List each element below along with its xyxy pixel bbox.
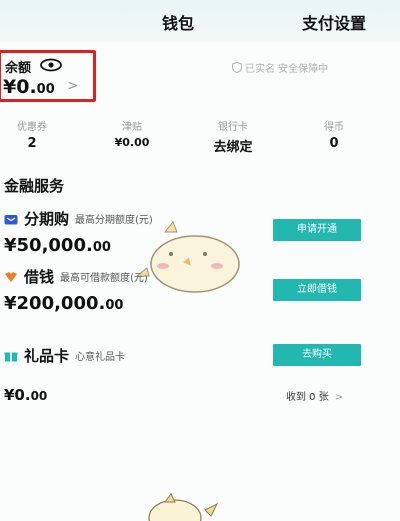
balance-amount: ¥0.00 <box>3 76 55 98</box>
eye-icon[interactable] <box>39 58 63 72</box>
security-note: 已实名 安全保障中 <box>232 60 328 75</box>
received-count: 收到 0 张 <box>286 392 329 403</box>
top-bar: 钱包 支付设置 <box>0 0 400 42</box>
buy-giftcard-button[interactable]: 去购买 <box>273 344 361 366</box>
loan-card: 借钱 最高可借款额度(元) ¥200,000.00 <box>4 266 148 314</box>
giftcard-sub: 心意礼品卡 <box>75 352 126 363</box>
stat-allowance[interactable]: 津贴 ¥0.00 <box>92 118 172 149</box>
loan-name: 借钱 <box>24 268 55 286</box>
balance-card[interactable]: 余额 ¥0.00 > <box>0 50 96 102</box>
stat-value: 去绑定 <box>213 140 253 155</box>
installment-card: 分期购 最高分期额度(元) ¥50,000.00 <box>4 208 153 256</box>
stat-coins[interactable]: 得币 0 <box>294 118 374 151</box>
giftcard-card: 礼品卡 心意礼品卡 <box>4 345 125 366</box>
bag-icon <box>4 214 18 224</box>
shield-icon <box>232 62 242 73</box>
stat-coupons[interactable]: 优惠券 2 <box>0 118 72 151</box>
borrow-now-button[interactable]: 立即借钱 <box>273 279 361 301</box>
giftcard-amount: ¥0.00 <box>4 386 48 404</box>
finance-section-title: 金融服务 <box>4 177 65 195</box>
payment-settings-link[interactable]: 支付设置 <box>302 10 366 34</box>
chevron-right-icon[interactable]: > <box>67 78 79 94</box>
stat-value: 2 <box>27 136 37 151</box>
stat-label: 银行卡 <box>218 122 248 133</box>
apply-installment-button[interactable]: 申请开通 <box>273 219 361 241</box>
mascot-sticker <box>148 493 219 521</box>
stat-bank-card[interactable]: 银行卡 去绑定 <box>193 118 273 155</box>
mascot-sticker <box>135 221 240 293</box>
stat-label: 得币 <box>324 122 344 133</box>
stat-label: 津贴 <box>122 122 142 133</box>
chevron-right-icon: > <box>334 392 344 403</box>
page-title: 钱包 <box>162 14 195 33</box>
stat-value: ¥0.00 <box>114 136 150 149</box>
installment-name: 分期购 <box>24 210 70 228</box>
stat-value: 0 <box>329 136 339 151</box>
security-note-text: 已实名 安全保障中 <box>245 64 329 75</box>
installment-amount: ¥50,000.00 <box>4 235 111 256</box>
balance-label: 余额 <box>5 61 32 76</box>
received-giftcards-link[interactable]: 收到 0 张 > <box>286 388 343 403</box>
heart-handshake-icon <box>5 271 17 282</box>
giftcard-name: 礼品卡 <box>24 347 70 365</box>
stat-label: 优惠券 <box>17 122 47 133</box>
gift-icon <box>4 352 18 361</box>
loan-amount: ¥200,000.00 <box>4 293 124 314</box>
